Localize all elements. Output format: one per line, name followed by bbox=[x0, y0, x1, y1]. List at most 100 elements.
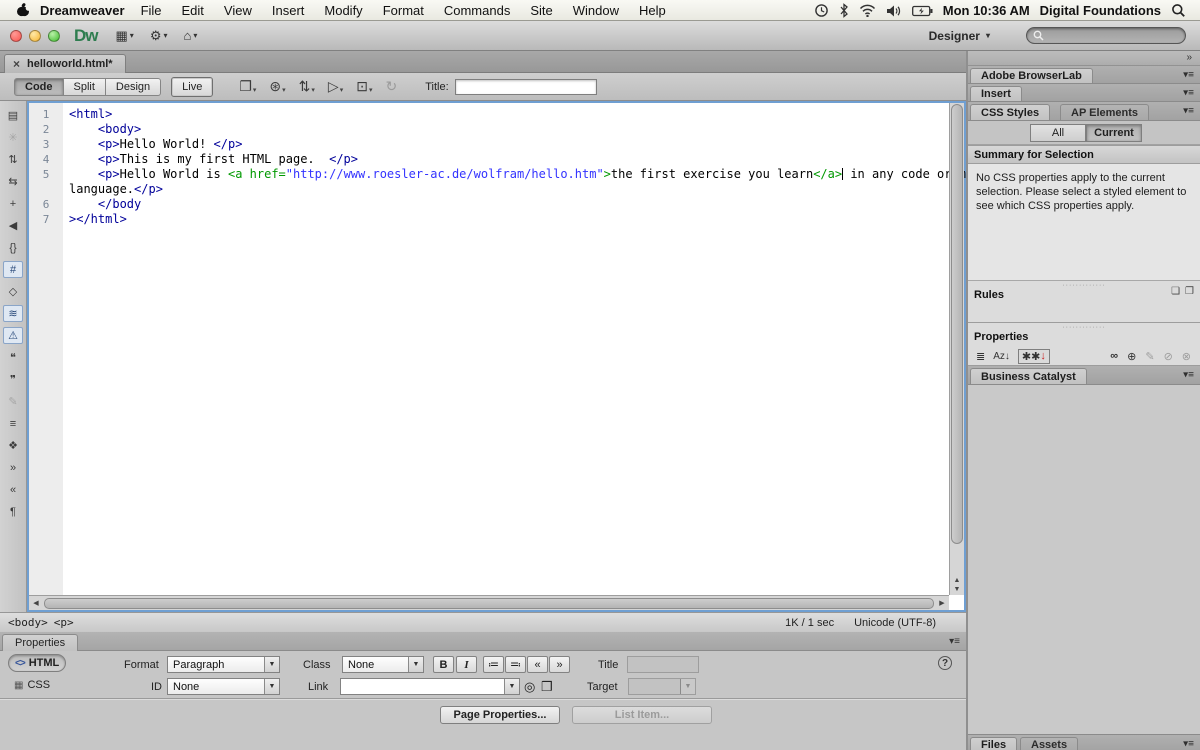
dropdown-arrow-icon[interactable]: ▼ bbox=[264, 679, 279, 694]
ap-elements-panel-tab[interactable]: AP Elements bbox=[1060, 104, 1150, 120]
tag-p[interactable]: <p> bbox=[54, 616, 74, 629]
remove-comment-icon[interactable]: ❞ bbox=[3, 371, 23, 388]
drag-grip[interactable]: ············· bbox=[1062, 282, 1105, 289]
wrap-tag-icon[interactable]: ✎ bbox=[3, 393, 23, 410]
line-numbers-icon[interactable]: # bbox=[3, 261, 23, 278]
live-view-navigation-icon[interactable]: ▷ ▾ bbox=[328, 78, 343, 95]
menu-help[interactable]: Help bbox=[629, 3, 676, 18]
code-line[interactable]: 2 <body> bbox=[29, 122, 949, 137]
code-line[interactable]: 1 <html> bbox=[29, 107, 949, 122]
spotlight-icon[interactable] bbox=[1171, 3, 1186, 18]
menu-file[interactable]: File bbox=[131, 3, 172, 18]
new-css-rule-icon[interactable]: ❐ bbox=[1185, 286, 1194, 297]
browse-folder-icon[interactable]: ❒ bbox=[541, 679, 553, 695]
collapse-selection-icon[interactable]: ⇆ bbox=[3, 173, 23, 190]
panel-menu-icon[interactable]: ▾≡ bbox=[1183, 370, 1194, 381]
show-set-properties-icon[interactable]: ✱✱ ↓ bbox=[1017, 348, 1050, 364]
link-chain-icon[interactable]: ∞ bbox=[1110, 350, 1118, 362]
id-select[interactable]: None ▼ bbox=[167, 678, 280, 695]
syntax-error-alerts-icon[interactable]: ≋ bbox=[3, 305, 23, 322]
recent-snippets-icon[interactable]: ≡ bbox=[3, 415, 23, 432]
menu-modify[interactable]: Modify bbox=[314, 3, 372, 18]
document-title-input[interactable] bbox=[454, 78, 597, 95]
css-mode-button[interactable]: ▦ CSS bbox=[8, 676, 66, 694]
drag-grip[interactable]: ············· bbox=[1062, 324, 1105, 331]
code-navigator-icon[interactable]: ✳ bbox=[3, 129, 23, 146]
menu-format[interactable]: Format bbox=[373, 3, 434, 18]
bold-button[interactable]: B bbox=[433, 656, 454, 673]
menu-view[interactable]: View bbox=[214, 3, 262, 18]
volume-icon[interactable] bbox=[886, 4, 902, 18]
expand-all-icon[interactable]: + bbox=[3, 195, 23, 212]
file-management-icon[interactable]: ⇅ ▾ bbox=[299, 78, 315, 95]
dropdown-arrow-icon[interactable]: ▼ bbox=[504, 679, 519, 694]
business-catalyst-panel-tab[interactable]: Business Catalyst bbox=[970, 368, 1087, 384]
wifi-icon[interactable] bbox=[859, 4, 876, 17]
extend-dreamweaver-button[interactable]: ⚙ ▾ bbox=[150, 28, 168, 44]
live-view-button[interactable]: Live bbox=[171, 76, 214, 97]
time-machine-icon[interactable] bbox=[814, 3, 829, 18]
unordered-list-button[interactable]: ≔ bbox=[483, 656, 504, 673]
properties-panel-tab[interactable]: Properties bbox=[2, 634, 79, 651]
scroll-left-icon[interactable]: ◀ bbox=[29, 599, 43, 607]
tag-body[interactable]: <body> bbox=[8, 616, 48, 629]
css-current-button[interactable]: Current bbox=[1086, 124, 1142, 142]
multiscreen-preview-icon[interactable]: ❐ ▾ bbox=[239, 78, 256, 95]
highlight-invalid-code-icon[interactable]: ◇ bbox=[3, 283, 23, 300]
outdent-code-icon[interactable]: « bbox=[3, 481, 23, 498]
code-view-button[interactable]: Code bbox=[14, 77, 64, 96]
point-to-file-icon[interactable]: ◎ bbox=[524, 679, 535, 695]
menu-dreamweaver[interactable]: Dreamweaver bbox=[40, 3, 125, 18]
files-panel-tab[interactable]: Files bbox=[970, 737, 1018, 750]
insert-panel-tab[interactable]: Insert bbox=[970, 86, 1022, 101]
code-line[interactable]: 5 <p>Hello World is <a href="http://www.… bbox=[29, 167, 1002, 182]
menu-site[interactable]: Site bbox=[520, 3, 562, 18]
code-line[interactable]: 4 <p>This is my first HTML page. </p> bbox=[29, 152, 949, 167]
format-select[interactable]: Paragraph ▼ bbox=[167, 656, 280, 673]
help-icon[interactable]: ? bbox=[938, 656, 952, 670]
dropdown-arrow-icon[interactable]: ▼ bbox=[408, 657, 423, 672]
search-input[interactable] bbox=[1026, 27, 1186, 44]
balance-braces-icon[interactable]: {} bbox=[3, 239, 23, 256]
assets-panel-tab[interactable]: Assets bbox=[1020, 737, 1079, 750]
css-all-button[interactable]: All bbox=[1030, 124, 1086, 142]
horizontal-scrollbar[interactable]: ◀ ▶ bbox=[29, 595, 949, 610]
site-menu-button[interactable]: ⌂ ▾ bbox=[183, 28, 197, 43]
menu-window[interactable]: Window bbox=[563, 3, 629, 18]
info-bar-icon[interactable]: ⚠ bbox=[3, 327, 23, 344]
workspace-switcher[interactable]: Designer ▾ bbox=[929, 29, 990, 43]
code-line[interactable]: language.</p> bbox=[29, 182, 949, 197]
battery-icon[interactable] bbox=[911, 5, 933, 17]
panel-menu-icon[interactable]: ▾≡ bbox=[1183, 87, 1194, 98]
panel-menu-icon[interactable]: ▾≡ bbox=[1183, 106, 1194, 117]
document-tab[interactable]: × helloworld.html* bbox=[4, 54, 126, 73]
code-editor[interactable]: 1 <html> 2 <body> 3 <p>Hello World! </p> 4 <… bbox=[27, 101, 1002, 612]
horizontal-scroll-thumb[interactable] bbox=[44, 597, 934, 609]
close-tab-icon[interactable]: × bbox=[13, 58, 20, 70]
open-documents-icon[interactable]: ▤ bbox=[3, 107, 23, 124]
format-source-icon[interactable]: ¶ bbox=[3, 503, 23, 520]
collapse-to-icons-button[interactable]: » bbox=[1186, 52, 1192, 63]
minimize-window-button[interactable] bbox=[29, 29, 41, 42]
menu-insert[interactable]: Insert bbox=[262, 3, 315, 18]
check-browser-compat-icon[interactable]: ⊡ ▾ bbox=[356, 78, 372, 95]
code-line[interactable]: 7 ></html> bbox=[29, 212, 949, 227]
panel-menu-icon[interactable]: ▾≡ bbox=[949, 636, 960, 647]
design-view-button[interactable]: Design bbox=[105, 77, 162, 96]
code-line[interactable]: 6 </body bbox=[29, 197, 949, 212]
zoom-window-button[interactable] bbox=[48, 29, 60, 42]
class-select[interactable]: None ▼ bbox=[342, 656, 424, 673]
ordered-list-button[interactable]: ≕ bbox=[505, 656, 526, 673]
panel-menu-icon[interactable]: ▾≡ bbox=[1183, 738, 1194, 749]
scroll-up-icon[interactable]: ▲ bbox=[954, 577, 961, 584]
sort-alphabetical-icon[interactable]: Az↓ bbox=[993, 351, 1010, 362]
menubar-account[interactable]: Digital Foundations bbox=[1040, 3, 1161, 18]
preview-in-browser-icon[interactable]: ⊛ ▾ bbox=[269, 78, 285, 95]
indent-code-icon[interactable]: » bbox=[3, 459, 23, 476]
refresh-icon[interactable]: ↻ bbox=[385, 78, 397, 95]
link-combo[interactable]: ▼ bbox=[340, 678, 520, 695]
dropdown-arrow-icon[interactable]: ▼ bbox=[264, 657, 279, 672]
outdent-button[interactable]: « bbox=[527, 656, 548, 673]
menubar-clock[interactable]: Mon 10:36 AM bbox=[943, 3, 1030, 18]
page-properties-button[interactable]: Page Properties... bbox=[440, 706, 560, 724]
